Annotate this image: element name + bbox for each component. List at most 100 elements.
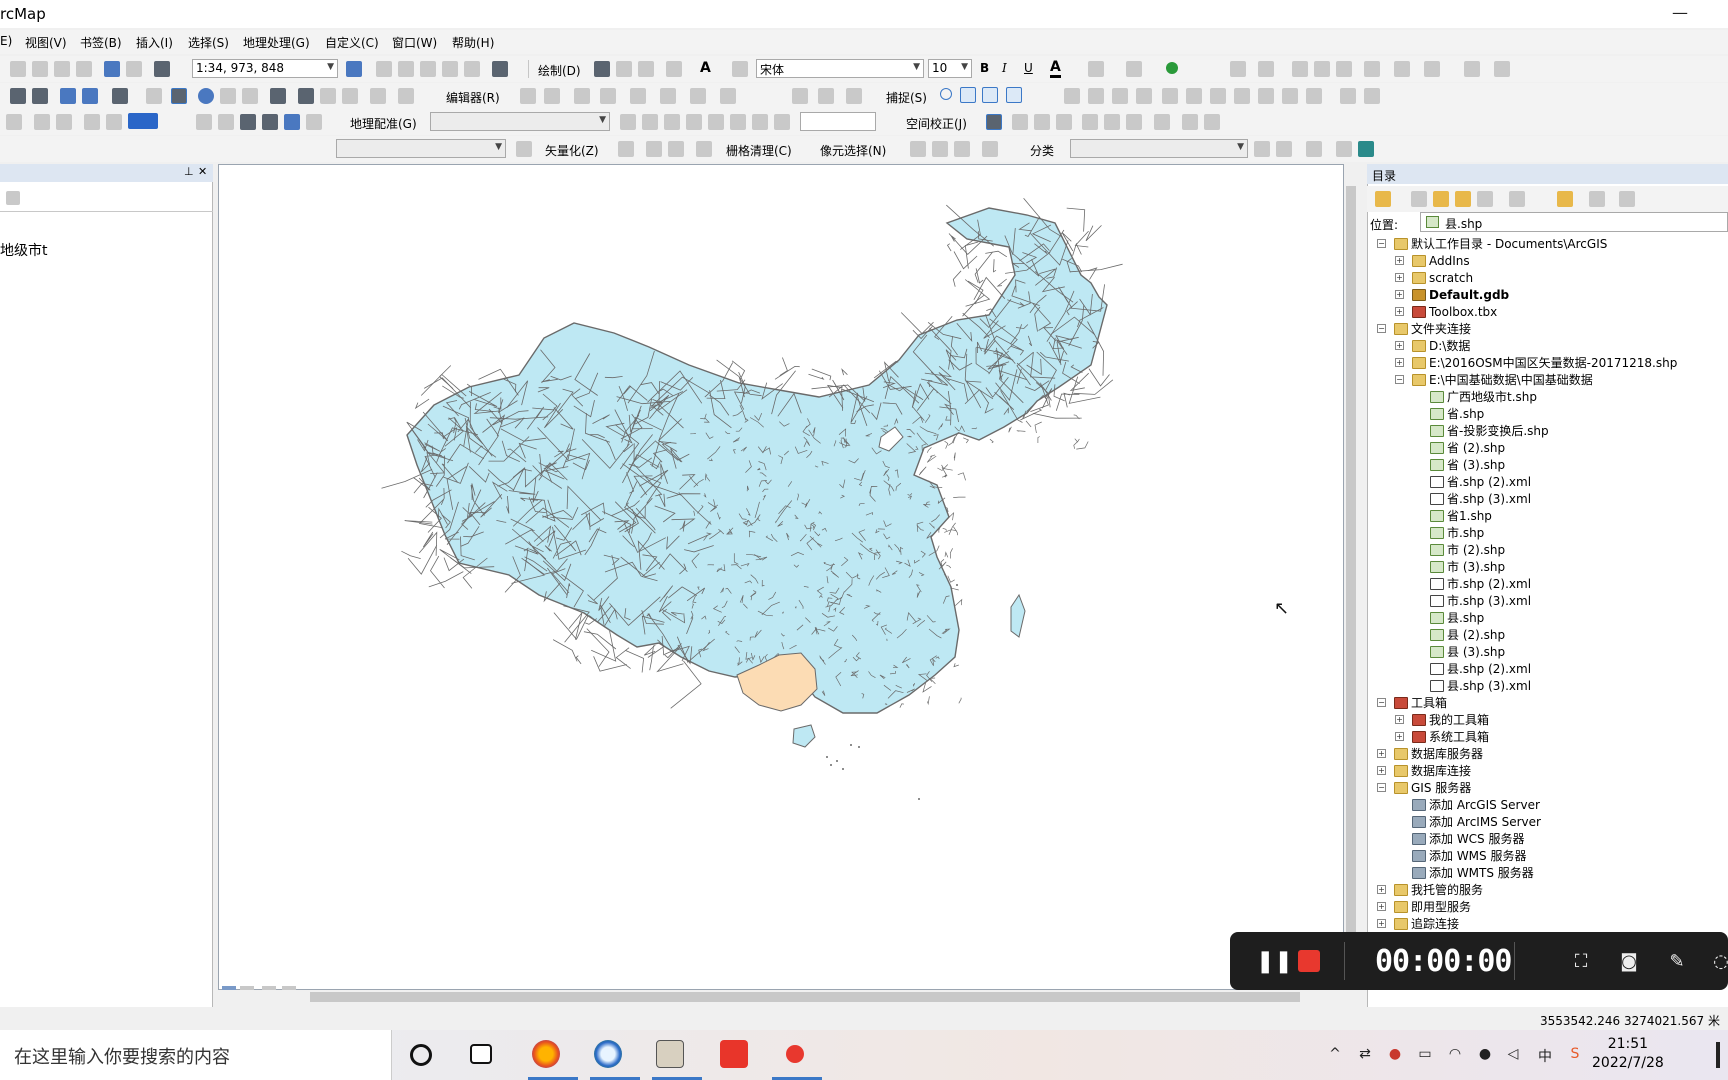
expand-icon[interactable]: + [1395,715,1404,724]
toolbar-tool-icon[interactable] [1464,61,1480,77]
catalog-window-icon[interactable] [398,61,414,77]
snapping-menu[interactable]: 捕捉(S) [886,89,927,106]
catalog-tree-item[interactable]: + Toolbox.tbx [1395,304,1497,321]
time-slider-icon[interactable] [370,88,386,104]
collapse-icon[interactable]: − [1395,375,1404,384]
scan-tool-icon[interactable] [982,141,998,157]
catalog-tree-item[interactable]: + 追踪连接 [1377,916,1459,933]
classify-tool-icon[interactable] [1306,141,1322,157]
scan-tool-icon[interactable] [646,141,662,157]
island-dot[interactable] [842,768,844,770]
topology-tool-icon[interactable] [1234,88,1250,104]
location-field[interactable]: 县.shp [1420,212,1728,232]
up-one-level-icon[interactable] [1433,191,1449,207]
catalog-tree-item[interactable]: 添加 WMS 服务器 [1412,848,1526,865]
georef-tool-icon[interactable] [730,114,746,130]
georef-tool-icon[interactable] [752,114,768,130]
classify-tool-icon[interactable] [1254,141,1270,157]
arctoolbox-icon[interactable] [442,61,458,77]
collapse-icon[interactable]: − [1377,324,1386,333]
adjust-tool-icon[interactable] [1056,114,1072,130]
expand-icon[interactable]: + [1395,732,1404,741]
camera-icon[interactable]: ◙ [1618,951,1640,973]
island-dot[interactable] [918,798,920,800]
collapse-icon[interactable]: − [1377,698,1386,707]
menu-view[interactable]: 视图(V) [25,34,67,51]
menu-insert[interactable]: 插入(I) [136,34,173,51]
expand-icon[interactable]: + [1395,256,1404,265]
menu-edit[interactable]: E) [0,34,12,48]
toolbar-tool-icon[interactable] [1258,61,1274,77]
layout-tool-icon[interactable] [218,114,234,130]
classification-menu[interactable]: 分类 [1030,142,1054,159]
list-by-drawing-order-icon[interactable] [6,191,20,205]
wps-icon[interactable] [720,1040,748,1068]
marker-color-icon[interactable] [1166,62,1178,74]
adjust-tool-icon[interactable] [1082,114,1098,130]
island-dot[interactable] [830,764,832,766]
edit-tool-icon[interactable] [600,88,616,104]
zoom-to-selected-icon[interactable] [638,61,654,77]
catalog-tree-item[interactable]: + Default.gdb [1395,287,1509,304]
select-pointer-icon[interactable] [171,88,187,104]
expand-icon[interactable]: + [1377,885,1386,894]
catalog-tree-item[interactable]: 广西地级市t.shp [1430,389,1537,406]
identify-icon[interactable] [198,88,214,104]
menu-customize[interactable]: 自定义(C) [325,34,379,51]
select-features-icon[interactable] [112,88,128,104]
collapse-icon[interactable]: − [1377,783,1386,792]
taiwan-island-polygon[interactable] [1010,593,1026,638]
expand-icon[interactable]: + [1395,358,1404,367]
ime-indicator[interactable]: 中 [1536,1046,1554,1065]
classify-tool-icon[interactable] [1276,141,1292,157]
edit-tool-icon[interactable] [720,88,736,104]
topology-tool-icon[interactable] [1064,88,1080,104]
layout-tool-icon[interactable] [6,114,22,130]
catalog-tree-item[interactable]: − GIS 服务器 [1377,780,1471,797]
catalog-tree-item[interactable]: 市.shp (3).xml [1430,593,1531,610]
catalog-tree-item[interactable]: 添加 ArcIMS Server [1412,814,1541,831]
font-name-combo[interactable]: 宋体 ▼ [756,59,924,78]
scan-tool-icon[interactable] [932,141,948,157]
catalog-tree-item[interactable]: 添加 WMTS 服务器 [1412,865,1534,882]
edit-tool-icon[interactable] [520,88,536,104]
options-icon[interactable] [1619,191,1635,207]
cortana-icon[interactable] [410,1044,432,1066]
topology-tool-icon[interactable] [1364,88,1380,104]
island-dot[interactable] [826,756,828,758]
scan-tool-icon[interactable] [618,141,634,157]
region-capture-icon[interactable]: ⛶ [1570,951,1592,973]
hainan-island-polygon[interactable] [792,724,816,748]
catalog-tree-item[interactable]: 省 (3).shp [1430,457,1505,474]
wifi-icon[interactable]: ◠ [1446,1046,1464,1064]
forward-arrow-icon[interactable] [1411,191,1427,207]
pin-icon[interactable]: ⊥ [184,165,194,178]
toolbar-tool-icon[interactable] [1424,61,1440,77]
topology-tool-icon[interactable] [1210,88,1226,104]
pause-icon[interactable]: ❚❚ [1256,951,1293,973]
menu-bookmarks[interactable]: 书签(B) [80,34,122,51]
rectangle-icon[interactable] [666,61,682,77]
island-dot[interactable] [850,744,852,746]
cell-selection-menu[interactable]: 像元选择(N) [820,142,886,159]
html-popup-icon[interactable] [242,88,258,104]
redo-icon[interactable] [126,61,142,77]
chevron-up-icon[interactable]: ^ [1326,1046,1344,1064]
catalog-tree-item[interactable]: 县.shp (3).xml [1430,678,1531,695]
raster-cleanup-menu[interactable]: 栅格清理(C) [726,142,792,159]
expand-icon[interactable]: + [1395,290,1404,299]
catalog-tree-item[interactable]: − E:\中国基础数据\中国基础数据 [1395,372,1593,389]
back-arrow-icon[interactable] [1375,191,1391,207]
go-to-xy-icon[interactable] [342,88,358,104]
scan-tool-icon[interactable] [668,141,684,157]
taskbar-clock[interactable]: 21:51 2022/7/28 [1592,1035,1664,1073]
catalog-tree-item[interactable]: 市.shp (2).xml [1430,576,1531,593]
georef-tool-icon[interactable] [620,114,636,130]
stop-record-button[interactable] [1298,950,1320,972]
italic-button[interactable]: I [1002,61,1007,75]
toc-window-icon[interactable] [376,61,392,77]
views-icon[interactable] [1509,191,1525,207]
georef-tool-icon[interactable] [708,114,724,130]
topology-tool-icon[interactable] [1340,88,1356,104]
home-icon[interactable] [1455,191,1471,207]
